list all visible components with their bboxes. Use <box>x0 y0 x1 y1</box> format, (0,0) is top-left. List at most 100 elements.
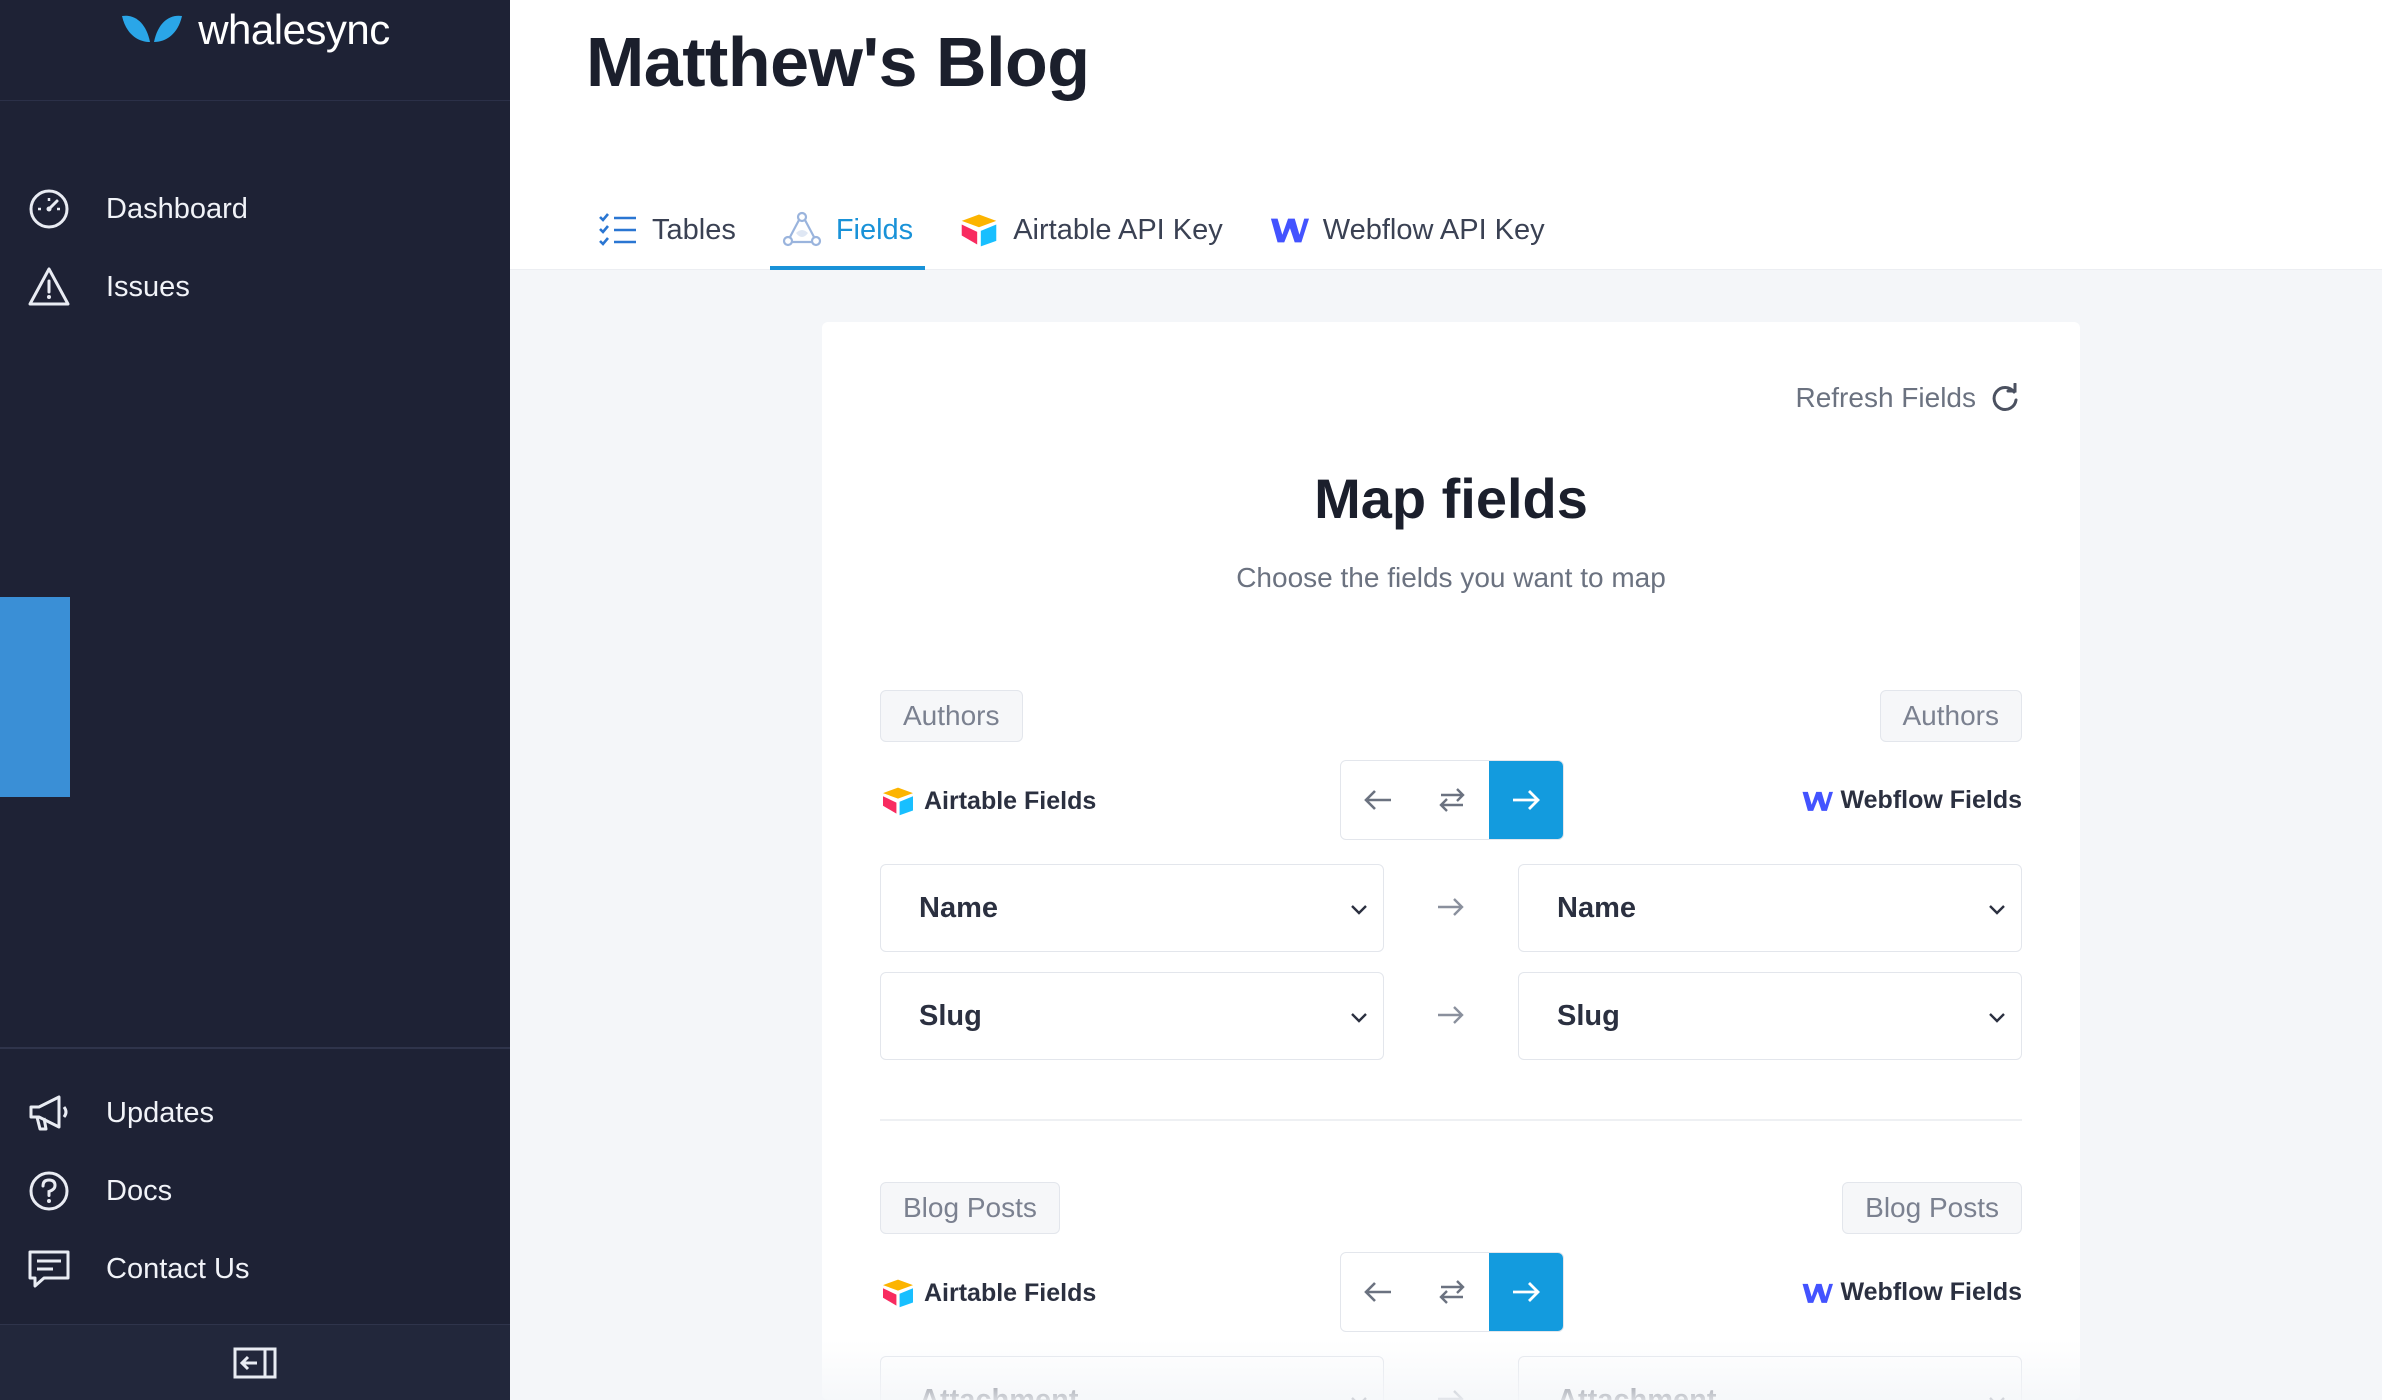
right-table-badge: Authors <box>1879 690 2022 742</box>
field-select-value: Attachment <box>1557 1383 1717 1400</box>
chevron-down-icon <box>1351 1397 1367 1400</box>
collapse-sidebar-button[interactable] <box>0 1324 510 1400</box>
arrow-right-icon <box>1513 1282 1540 1302</box>
page-header: Matthew's Blog Tables Fields Airtable AP… <box>510 0 2382 270</box>
whalesync-logo-icon <box>122 15 183 42</box>
webflow-logo-icon <box>1269 210 1309 250</box>
arrow-left-icon <box>1364 790 1391 810</box>
field-select-value: Slug <box>919 999 982 1032</box>
refresh-fields-button[interactable]: Refresh Fields <box>1795 382 2020 414</box>
mapping-section-blog-posts: Blog Posts Blog Posts Airtable Fields We… <box>880 1182 2022 1400</box>
tab-airtable-api-key[interactable]: Airtable API Key <box>947 190 1235 270</box>
page-title: Matthew's Blog <box>586 23 1090 101</box>
webflow-logo-icon <box>1802 791 1833 811</box>
field-mapping-row: Slug Slug <box>880 972 2022 1060</box>
sync-both-button[interactable] <box>1415 761 1489 839</box>
webflow-field-select[interactable]: Name <box>1518 864 2022 952</box>
webflow-logo-icon <box>1802 1283 1833 1303</box>
sidebar-item-contact-us[interactable]: Contact Us <box>0 1230 510 1308</box>
sidebar-item-updates[interactable]: Updates <box>0 1074 510 1152</box>
chevron-down-icon <box>1989 1013 2005 1023</box>
source-label-text: Webflow Fields <box>1840 786 2023 814</box>
sync-left-button[interactable] <box>1341 1253 1415 1331</box>
map-fields-card: Refresh Fields Map fields Choose the fie… <box>822 322 2080 1400</box>
chevron-down-icon <box>1351 905 1367 915</box>
chat-icon <box>26 1246 72 1292</box>
webflow-fields-label: Webflow Fields <box>1801 1278 2023 1307</box>
sync-direction-toggle <box>1340 760 1564 840</box>
arrow-right-icon <box>1513 790 1540 810</box>
sidebar-item-label: Contact Us <box>106 1252 250 1285</box>
field-select-value: Slug <box>1557 999 1620 1032</box>
sidebar: whalesync Dashboard Issues Updates Docs … <box>0 0 510 1400</box>
checklist-icon <box>598 210 638 250</box>
brand-name: whalesync <box>198 6 390 53</box>
sidebar-item-label: Dashboard <box>106 192 248 225</box>
airtable-logo-icon <box>883 787 913 816</box>
chevron-down-icon <box>1989 905 2005 915</box>
arrow-right-icon <box>1438 1006 1464 1024</box>
tab-fields[interactable]: Fields <box>769 190 926 270</box>
card-subtitle: Choose the fields you want to map <box>1236 562 1666 593</box>
speedometer-icon <box>26 186 72 232</box>
airtable-fields-label: Airtable Fields <box>880 1278 1096 1308</box>
section-divider <box>880 1119 2022 1121</box>
refresh-fields-label: Refresh Fields <box>1795 382 1976 413</box>
tab-tables[interactable]: Tables <box>586 190 748 270</box>
airtable-fields-label: Airtable Fields <box>880 786 1096 816</box>
tab-bar: Tables Fields Airtable API Key Webflow A… <box>586 190 1579 270</box>
collapse-sidebar-icon <box>233 1347 277 1378</box>
source-label-text: Airtable Fields <box>924 1278 1097 1307</box>
tab-webflow-api-key[interactable]: Webflow API Key <box>1257 190 1557 270</box>
source-label-text: Airtable Fields <box>924 786 1097 815</box>
sync-right-button[interactable] <box>1489 1253 1563 1331</box>
sidebar-item-docs[interactable]: Docs <box>0 1152 510 1230</box>
arrow-right-icon <box>1438 898 1464 916</box>
source-label-text: Webflow Fields <box>1840 1278 2023 1306</box>
tab-label: Airtable API Key <box>1013 213 1223 246</box>
chevron-down-icon <box>1351 1013 1367 1023</box>
arrows-both-icon <box>1439 788 1465 812</box>
webflow-fields-label: Webflow Fields <box>1801 786 2023 815</box>
sync-both-button[interactable] <box>1415 1253 1489 1331</box>
left-table-badge: Blog Posts <box>880 1182 1060 1234</box>
field-mapping-row: Attachment Attachment <box>880 1356 2022 1400</box>
sidebar-accent <box>0 597 70 797</box>
sidebar-nav-bottom: Updates Docs Contact Us <box>0 1047 510 1308</box>
chevron-down-icon <box>1989 1397 2005 1400</box>
sync-right-button[interactable] <box>1489 761 1563 839</box>
field-mapping-row: Name Name <box>880 864 2022 952</box>
sync-left-button[interactable] <box>1341 761 1415 839</box>
warning-icon <box>26 264 72 310</box>
tab-label: Fields <box>835 213 914 246</box>
right-table-badge: Blog Posts <box>1842 1182 2022 1234</box>
left-table-badge: Authors <box>880 690 1023 742</box>
sidebar-item-label: Docs <box>106 1174 173 1207</box>
sync-direction-toggle <box>1340 1252 1564 1332</box>
mapping-section-authors: Authors Authors Airtable Fields Webflow … <box>880 690 2023 1060</box>
sidebar-item-dashboard[interactable]: Dashboard <box>0 170 510 248</box>
webflow-field-select[interactable]: Attachment <box>1518 1356 2022 1400</box>
airtable-field-select[interactable]: Slug <box>880 972 1384 1060</box>
refresh-icon <box>1992 383 2018 411</box>
tab-label: Tables <box>652 213 736 246</box>
network-icon <box>782 210 822 250</box>
sidebar-item-label: Issues <box>106 270 190 303</box>
arrow-left-icon <box>1364 1282 1391 1302</box>
airtable-logo-icon <box>959 210 999 250</box>
sidebar-item-label: Updates <box>106 1096 215 1129</box>
field-select-value: Name <box>1557 891 1636 924</box>
sidebar-nav-top: Dashboard Issues <box>0 170 510 326</box>
megaphone-icon <box>26 1090 72 1136</box>
field-select-value: Attachment <box>919 1383 1079 1400</box>
brand[interactable]: whalesync <box>0 0 510 101</box>
airtable-field-select[interactable]: Attachment <box>880 1356 1384 1400</box>
field-select-value: Name <box>919 891 998 924</box>
card-title: Map fields <box>1314 467 1588 530</box>
airtable-field-select[interactable]: Name <box>880 864 1384 952</box>
arrows-both-icon <box>1439 1280 1465 1304</box>
webflow-field-select[interactable]: Slug <box>1518 972 2022 1060</box>
arrow-right-icon <box>1438 1390 1464 1400</box>
help-circle-icon <box>26 1168 72 1214</box>
sidebar-item-issues[interactable]: Issues <box>0 248 510 326</box>
